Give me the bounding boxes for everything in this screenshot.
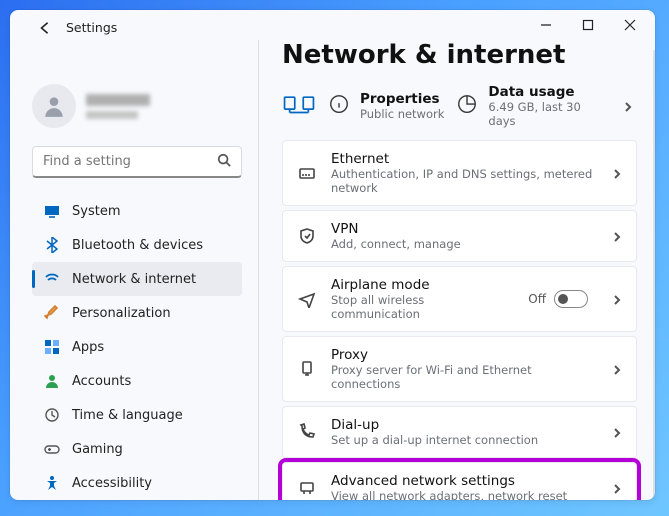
toggle-switch[interactable] <box>554 290 588 308</box>
paintbrush-icon <box>44 305 60 321</box>
main-panel: Network & internet PropertiesPublic netw… <box>258 40 655 500</box>
proxy-icon <box>297 359 317 379</box>
minimize-button[interactable] <box>525 10 567 40</box>
clock-globe-icon <box>44 407 60 423</box>
phone-icon <box>297 422 317 442</box>
sidebar-item-apps[interactable]: Apps <box>32 330 242 364</box>
sidebar-item-label: Gaming <box>72 442 123 457</box>
sidebar-item-accessibility[interactable]: Accessibility <box>32 466 242 500</box>
sidebar-item-gaming[interactable]: Gaming <box>32 432 242 466</box>
airplane-icon <box>297 289 317 309</box>
wifi-icon <box>44 271 60 287</box>
sidebar-item-label: Network & internet <box>72 272 196 287</box>
data-usage-title: Data usage <box>488 84 603 100</box>
sidebar-item-time-language[interactable]: Time & language <box>32 398 242 432</box>
card-title: Advanced network settings <box>331 473 598 489</box>
breadcrumb: Settings <box>38 20 117 35</box>
properties-link[interactable]: PropertiesPublic network <box>328 91 444 121</box>
display-icon <box>44 203 60 219</box>
bluetooth-icon <box>44 237 60 253</box>
chevron-right-icon <box>612 164 622 183</box>
sidebar-item-network[interactable]: Network & internet <box>32 262 242 296</box>
properties-title: Properties <box>360 91 444 107</box>
sidebar-nav: System Bluetooth & devices Network & int… <box>32 194 242 500</box>
avatar <box>32 84 76 128</box>
gamepad-icon <box>44 441 60 457</box>
chevron-right-icon <box>623 97 633 116</box>
card-subtitle: Stop all wireless communication <box>331 293 514 321</box>
card-dialup[interactable]: Dial-upSet up a dial-up internet connect… <box>282 406 637 458</box>
card-title: Ethernet <box>331 151 598 167</box>
card-ethernet[interactable]: EthernetAuthentication, IP and DNS setti… <box>282 140 637 206</box>
card-title: Airplane mode <box>331 277 514 293</box>
card-proxy[interactable]: ProxyProxy server for Wi-Fi and Ethernet… <box>282 336 637 402</box>
info-icon <box>328 93 350 119</box>
chevron-right-icon <box>612 227 622 246</box>
search-icon <box>217 152 231 171</box>
adapter-icon <box>297 478 317 498</box>
card-title: Dial-up <box>331 417 598 433</box>
sidebar-item-label: Bluetooth & devices <box>72 238 203 253</box>
divider-left <box>258 40 259 500</box>
apps-icon <box>44 339 60 355</box>
search-field[interactable] <box>43 154 217 169</box>
ethernet-large-icon <box>282 93 316 119</box>
card-vpn[interactable]: VPNAdd, connect, manage <box>282 210 637 262</box>
chevron-right-icon <box>612 360 622 379</box>
page-title: Network & internet <box>282 40 637 70</box>
card-airplane-mode[interactable]: Airplane modeStop all wireless communica… <box>282 266 637 332</box>
scrollbar[interactable] <box>653 50 655 500</box>
status-row: PropertiesPublic network Data usage6.49 … <box>282 78 637 134</box>
chevron-right-icon <box>612 423 622 442</box>
data-usage-subtitle: 6.49 GB, last 30 days <box>488 100 603 128</box>
sidebar-item-label: Accessibility <box>72 476 152 491</box>
ethernet-icon <box>297 163 317 183</box>
sidebar-item-label: Time & language <box>72 408 183 423</box>
person-icon <box>44 373 60 389</box>
card-subtitle: Authentication, IP and DNS settings, met… <box>331 167 598 195</box>
settings-cards: EthernetAuthentication, IP and DNS setti… <box>282 140 637 500</box>
card-advanced-network-settings[interactable]: Advanced network settingsView all networ… <box>282 462 637 500</box>
card-subtitle: Add, connect, manage <box>331 237 598 251</box>
chevron-right-icon <box>612 479 622 498</box>
data-usage-link[interactable]: Data usage6.49 GB, last 30 days <box>456 84 633 128</box>
card-subtitle: Set up a dial-up internet connection <box>331 433 598 447</box>
sidebar-item-accounts[interactable]: Accounts <box>32 364 242 398</box>
user-name-redacted <box>86 94 150 119</box>
sidebar-item-label: Apps <box>72 340 104 355</box>
sidebar-item-label: System <box>72 204 120 219</box>
search-input[interactable] <box>32 146 242 178</box>
properties-subtitle: Public network <box>360 107 444 121</box>
toggle-state: Off <box>528 292 546 306</box>
sidebar-item-personalization[interactable]: Personalization <box>32 296 242 330</box>
card-subtitle: Proxy server for Wi-Fi and Ethernet conn… <box>331 363 598 391</box>
sidebar-item-system[interactable]: System <box>32 194 242 228</box>
chart-icon <box>456 93 478 119</box>
app-name: Settings <box>66 20 117 35</box>
sidebar-item-bluetooth[interactable]: Bluetooth & devices <box>32 228 242 262</box>
sidebar: System Bluetooth & devices Network & int… <box>10 40 258 500</box>
maximize-button[interactable] <box>567 10 609 40</box>
card-title: VPN <box>331 221 598 237</box>
sidebar-item-label: Accounts <box>72 374 131 389</box>
airplane-toggle[interactable]: Off <box>528 290 588 308</box>
vpn-shield-icon <box>297 226 317 246</box>
accessibility-icon <box>44 475 60 491</box>
user-info[interactable] <box>32 84 242 128</box>
card-title: Proxy <box>331 347 598 363</box>
sidebar-item-label: Personalization <box>72 306 171 321</box>
chevron-right-icon <box>612 290 622 309</box>
back-button[interactable] <box>38 21 52 35</box>
settings-window: Settings System Bluetooth & devices Netw… <box>10 10 655 500</box>
close-button[interactable] <box>609 10 651 40</box>
card-subtitle: View all network adapters, network reset <box>331 489 598 500</box>
